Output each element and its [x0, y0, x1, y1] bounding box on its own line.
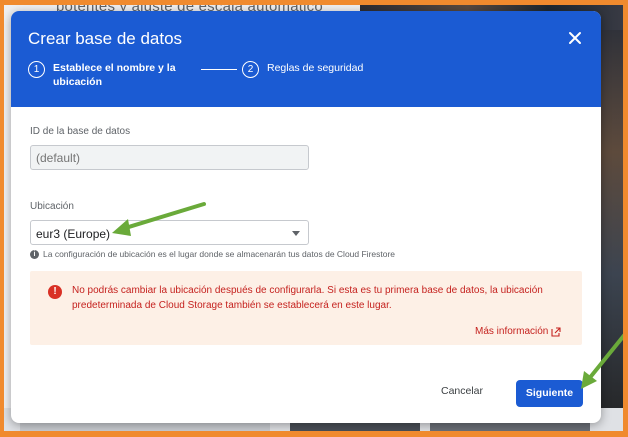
location-hint: i La configuración de ubicación es el lu… — [30, 249, 395, 259]
dialog-title: Crear base de datos — [28, 29, 183, 48]
location-value: eur3 (Europe) — [36, 227, 111, 241]
warning-banner: ! No podrás cambiar la ubicación después… — [30, 271, 582, 345]
step-label: Reglas de seguridad — [267, 62, 364, 74]
warning-text: No podrás cambiar la ubicación después d… — [72, 285, 543, 311]
location-select[interactable]: eur3 (Europe) — [30, 220, 309, 245]
step-number: 2 — [242, 61, 259, 78]
next-button[interactable]: Siguiente — [516, 380, 583, 407]
close-icon[interactable] — [566, 29, 584, 47]
external-link-icon — [551, 326, 561, 337]
step-number: 1 — [28, 61, 45, 78]
step-connector — [201, 69, 237, 70]
location-label: Ubicación — [30, 201, 74, 212]
chevron-down-icon — [292, 231, 300, 236]
learn-more-label: Más información — [475, 326, 549, 337]
cancel-button[interactable]: Cancelar — [441, 385, 483, 397]
database-id-field[interactable] — [30, 145, 309, 170]
info-icon: i — [30, 249, 39, 259]
step-1: 1 Establece el nombre y la ubicación — [28, 61, 183, 89]
dialog-header: Crear base de datos 1 Establece el nombr… — [11, 11, 601, 107]
database-id-label: ID de la base de datos — [30, 126, 131, 137]
location-hint-text: La configuración de ubicación es el luga… — [43, 249, 396, 259]
learn-more-link[interactable]: Más información — [475, 326, 561, 337]
step-label: Establece el nombre y la ubicación — [53, 62, 176, 88]
step-2: 2 Reglas de seguridad — [242, 61, 387, 78]
create-database-dialog: Crear base de datos 1 Establece el nombr… — [11, 11, 601, 423]
error-icon: ! — [48, 285, 62, 299]
